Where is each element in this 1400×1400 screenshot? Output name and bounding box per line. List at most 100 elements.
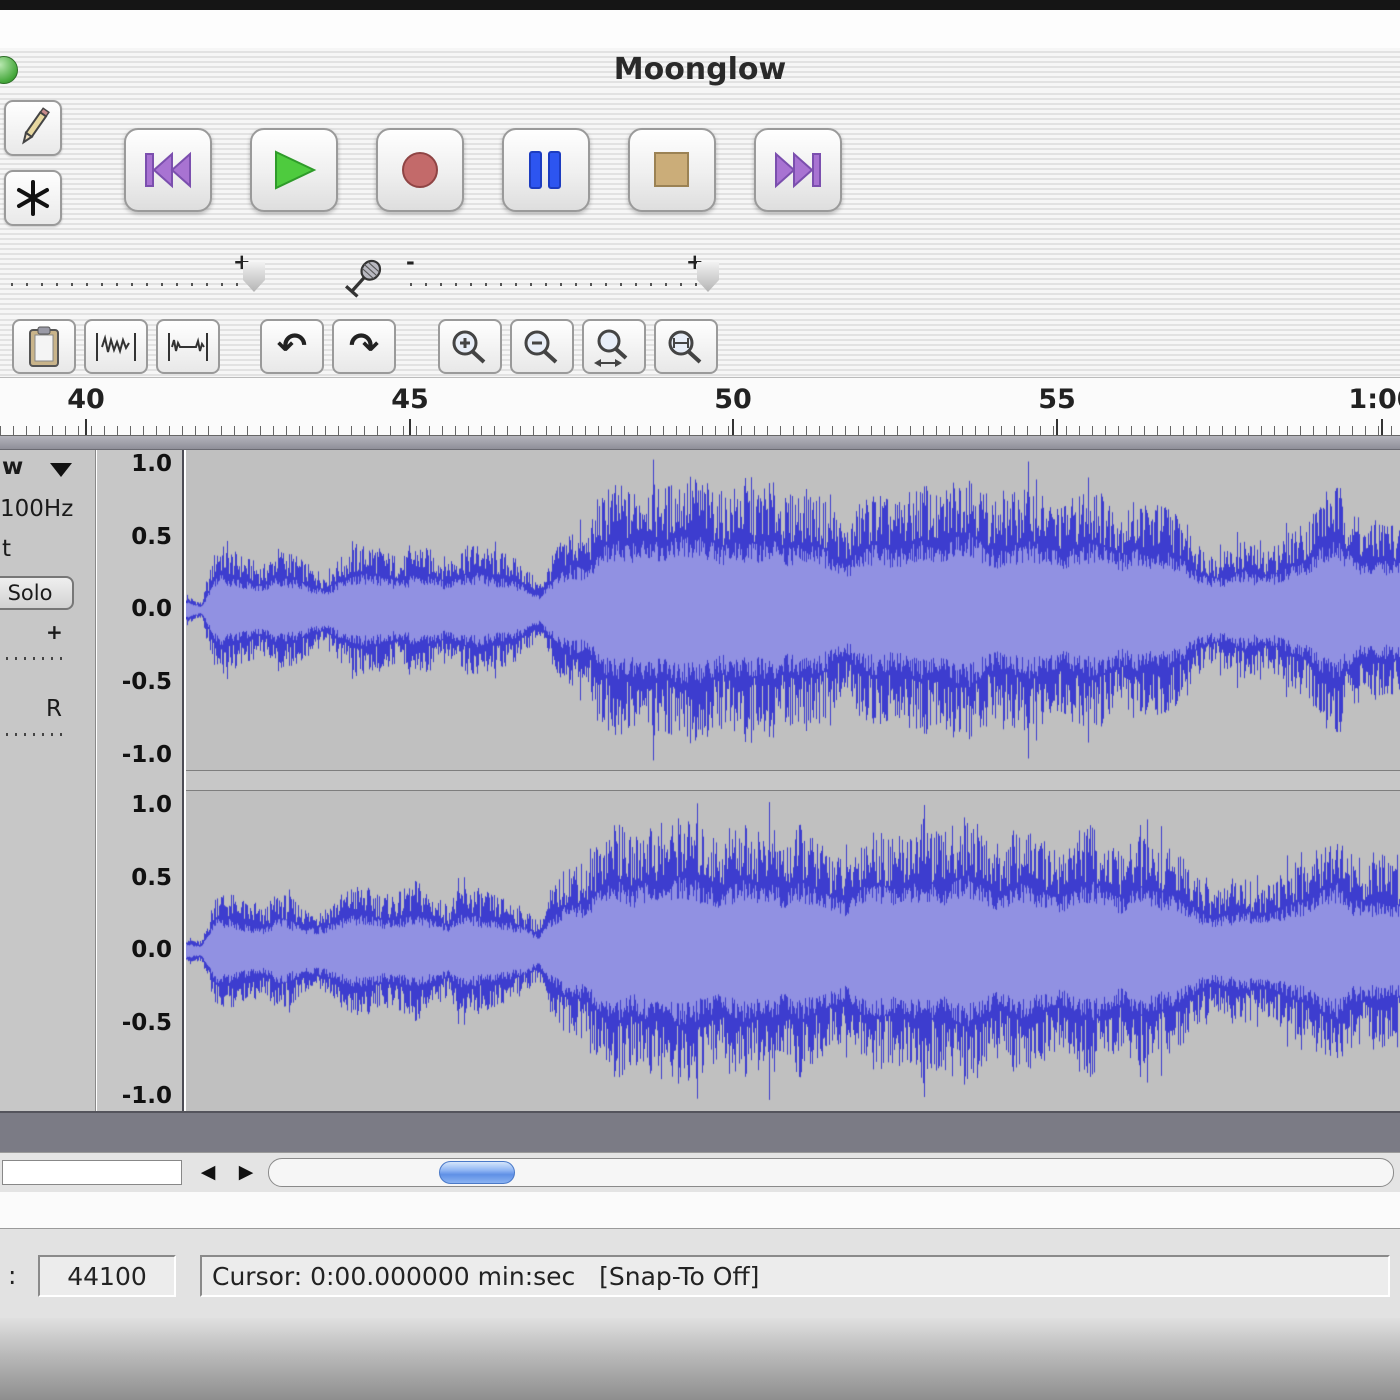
clipboard-icon bbox=[24, 325, 64, 369]
timeline-label: 50 bbox=[714, 384, 752, 415]
scale-value: -0.5 bbox=[122, 1011, 172, 1036]
paste-button[interactable] bbox=[12, 319, 76, 374]
stop-button[interactable] bbox=[628, 128, 716, 212]
trim-selection-button[interactable] bbox=[84, 319, 148, 374]
timeline-major-tick bbox=[1056, 419, 1058, 435]
scrollbar-track[interactable] bbox=[268, 1158, 1394, 1187]
horizontal-scrollbar-row: ◀ ▶ bbox=[0, 1152, 1400, 1192]
track-format-fragment: t bbox=[2, 536, 11, 562]
window-bottom-edge bbox=[0, 1318, 1400, 1400]
status-bar: : 44100 Cursor: 0:00.000000 min:sec [Sna… bbox=[0, 1228, 1400, 1318]
zoom-in-button[interactable] bbox=[438, 319, 502, 374]
amplitude-scale-right: 1.0 0.5 0.0 -0.5 -1.0 bbox=[97, 791, 182, 1111]
solo-button[interactable]: Solo bbox=[0, 576, 74, 610]
timeline-label: 55 bbox=[1038, 384, 1076, 415]
waveform-channel-right[interactable] bbox=[186, 791, 1400, 1111]
titlebar[interactable]: Moonglow bbox=[0, 48, 1400, 91]
timeline-minor-ticks bbox=[0, 426, 1400, 435]
track-menu-arrow-icon[interactable] bbox=[50, 463, 72, 477]
scrollbar-corner-box bbox=[2, 1160, 182, 1185]
scroll-left-button[interactable]: ◀ bbox=[192, 1157, 224, 1187]
waveform-canvas-left[interactable] bbox=[186, 450, 1400, 770]
silence-selection-button[interactable] bbox=[156, 319, 220, 374]
vertical-amplitude-ruler: 1.0 0.5 0.0 -0.5 -1.0 1.0 0.5 0.0 -0.5 -… bbox=[97, 450, 184, 1111]
scroll-right-icon: ▶ bbox=[239, 1161, 254, 1183]
track-control-panel: w 100Hz t Solo + R bbox=[0, 450, 96, 1111]
multi-tool-button[interactable] bbox=[4, 170, 62, 226]
scrollbar-thumb[interactable] bbox=[439, 1161, 515, 1184]
timeline-major-tick bbox=[85, 419, 87, 435]
undo-button[interactable]: ↶ bbox=[260, 319, 324, 374]
pause-button[interactable] bbox=[502, 128, 590, 212]
track-pan-slider[interactable] bbox=[0, 726, 68, 740]
scale-gap bbox=[97, 770, 182, 791]
scale-value: 0.5 bbox=[131, 866, 172, 891]
play-button[interactable] bbox=[250, 128, 338, 212]
gain-plus-label: + bbox=[46, 620, 63, 644]
timeline-label: 1:00 bbox=[1348, 384, 1400, 415]
channel-divider bbox=[186, 770, 1400, 791]
scroll-left-icon: ◀ bbox=[201, 1161, 216, 1183]
zoom-out-button[interactable] bbox=[510, 319, 574, 374]
asterisk-icon bbox=[13, 178, 53, 218]
scale-value: 0.5 bbox=[131, 525, 172, 550]
track-name-fragment: w bbox=[2, 454, 23, 480]
microphone-icon bbox=[338, 256, 386, 308]
zoom-fit-icon bbox=[664, 327, 708, 367]
play-icon bbox=[268, 148, 320, 192]
track-rate-fragment: 100Hz bbox=[0, 496, 73, 522]
zoom-to-selection-button[interactable] bbox=[582, 319, 646, 374]
rewind-icon bbox=[142, 148, 194, 192]
fast-forward-icon bbox=[772, 148, 824, 192]
window-top-margin bbox=[0, 10, 1400, 48]
cursor-position-field: Cursor: 0:00.000000 min:sec [Snap-To Off… bbox=[200, 1255, 1390, 1297]
draw-tool-button[interactable] bbox=[4, 100, 62, 156]
input-minus-label: - bbox=[406, 250, 415, 274]
zoom-out-icon bbox=[520, 327, 564, 367]
scale-value: 1.0 bbox=[131, 452, 172, 477]
window-title: Moonglow bbox=[614, 52, 787, 87]
desktop-edge bbox=[0, 0, 1400, 10]
close-button[interactable] bbox=[0, 56, 18, 84]
lower-gap bbox=[0, 1192, 1400, 1228]
record-button[interactable] bbox=[376, 128, 464, 212]
trim-waveform-icon bbox=[94, 329, 138, 365]
empty-track-space bbox=[0, 1111, 1400, 1152]
waveform-channel-left[interactable] bbox=[186, 450, 1400, 770]
mixer-toolbar: + - + bbox=[0, 250, 1400, 316]
zoom-in-icon bbox=[448, 327, 492, 367]
rewind-button[interactable] bbox=[124, 128, 212, 212]
redo-button[interactable]: ↷ bbox=[332, 319, 396, 374]
timeline-label: 45 bbox=[391, 384, 429, 415]
project-rate-label-fragment: : bbox=[8, 1261, 16, 1290]
scale-value: -1.0 bbox=[122, 743, 172, 768]
track-gain-slider[interactable] bbox=[0, 650, 68, 664]
main-toolbar bbox=[0, 90, 1400, 250]
timeline-major-tick bbox=[1381, 419, 1383, 435]
output-volume-slider[interactable] bbox=[0, 276, 266, 290]
timeline-ruler[interactable]: 40 45 50 55 1:00 bbox=[0, 377, 1400, 435]
stop-icon bbox=[650, 148, 694, 192]
waveform-canvas-right[interactable] bbox=[186, 791, 1400, 1111]
scale-value: -1.0 bbox=[122, 1084, 172, 1109]
silence-waveform-icon bbox=[166, 329, 210, 365]
pan-right-label: R bbox=[46, 696, 62, 722]
scale-value: -0.5 bbox=[122, 670, 172, 695]
edit-toolbar: ↶ ↷ bbox=[0, 316, 1400, 377]
undo-icon: ↶ bbox=[277, 329, 307, 365]
timeline-label: 40 bbox=[67, 384, 105, 415]
audacity-window: Moonglow bbox=[0, 0, 1400, 1400]
pause-icon bbox=[524, 148, 568, 192]
project-rate-field[interactable]: 44100 bbox=[38, 1255, 176, 1297]
waveform-area bbox=[186, 450, 1400, 1111]
input-volume-slider[interactable] bbox=[410, 276, 712, 290]
track-area-top-border bbox=[0, 435, 1400, 450]
scale-value: 0.0 bbox=[131, 597, 172, 622]
zoom-fit-button[interactable] bbox=[654, 319, 718, 374]
scale-value: 1.0 bbox=[131, 793, 172, 818]
scale-value: 0.0 bbox=[131, 938, 172, 963]
amplitude-scale-left: 1.0 0.5 0.0 -0.5 -1.0 bbox=[97, 450, 182, 770]
scroll-right-button[interactable]: ▶ bbox=[230, 1157, 262, 1187]
timeline-major-tick bbox=[732, 419, 734, 435]
fast-forward-button[interactable] bbox=[754, 128, 842, 212]
